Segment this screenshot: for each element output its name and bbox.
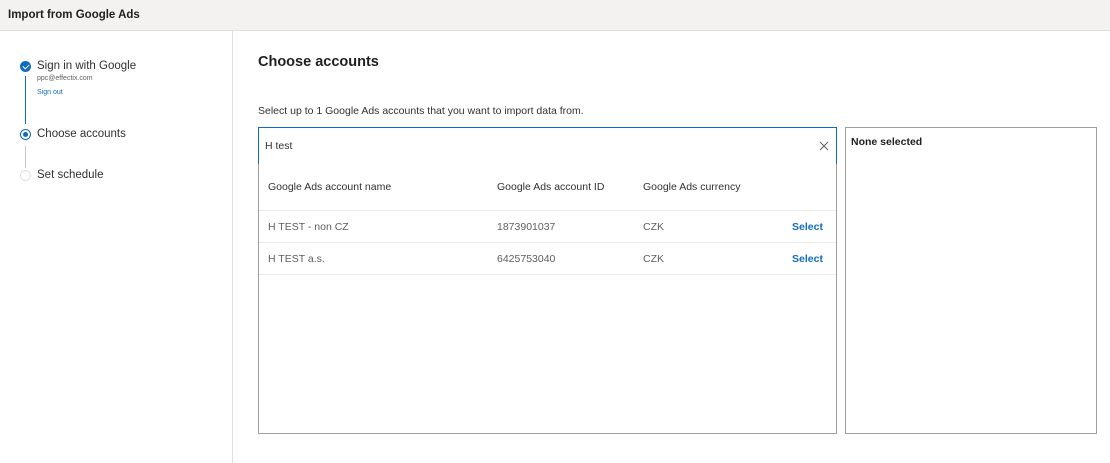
column-header-account-name: Google Ads account name bbox=[268, 181, 392, 193]
account-name-cell: H TEST - non CZ bbox=[268, 220, 349, 233]
step-label: Choose accounts bbox=[37, 128, 126, 140]
table-row: H TEST a.s. 6425753040 CZK Select bbox=[259, 243, 836, 275]
step-label: Set schedule bbox=[37, 169, 104, 181]
account-search-box[interactable] bbox=[258, 127, 837, 165]
selection-status: None selected bbox=[851, 136, 923, 148]
checkmark-circle-icon bbox=[20, 61, 31, 72]
step-connector-upcoming bbox=[25, 146, 26, 168]
step-label: Sign in with Google bbox=[37, 60, 137, 72]
account-name-cell: H TEST a.s. bbox=[268, 252, 325, 265]
account-id-cell: 6425753040 bbox=[497, 252, 556, 265]
step-choose-accounts[interactable]: Choose accounts bbox=[20, 127, 126, 142]
column-header-currency: Google Ads currency bbox=[643, 181, 741, 193]
accounts-table: Google Ads account name Google Ads accou… bbox=[258, 164, 837, 434]
select-account-button[interactable]: Select bbox=[792, 211, 823, 242]
account-id-cell: 1873901037 bbox=[497, 220, 556, 233]
window-title: Import from Google Ads bbox=[8, 9, 140, 21]
close-icon[interactable] bbox=[817, 139, 831, 153]
sign-out-link[interactable]: Sign out bbox=[37, 87, 136, 99]
current-step-radio-icon bbox=[20, 129, 31, 140]
signed-in-email: ppc@effectix.com bbox=[37, 75, 93, 82]
wizard-steps-sidebar: Sign in with Google ppc@effectix.com Sig… bbox=[0, 31, 233, 463]
search-input[interactable] bbox=[265, 137, 805, 155]
step-sign-in: Sign in with Google ppc@effectix.com Sig… bbox=[20, 59, 136, 99]
window-title-bar: Import from Google Ads bbox=[0, 0, 1110, 31]
page-title: Choose accounts bbox=[258, 54, 379, 70]
select-account-button[interactable]: Select bbox=[792, 243, 823, 274]
table-header: Google Ads account name Google Ads accou… bbox=[259, 164, 836, 211]
currency-cell: CZK bbox=[643, 252, 664, 265]
column-header-account-id: Google Ads account ID bbox=[497, 181, 605, 193]
step-set-schedule[interactable]: Set schedule bbox=[20, 168, 104, 183]
table-row: H TEST - non CZ 1873901037 CZK Select bbox=[259, 211, 836, 243]
selected-accounts-panel: None selected bbox=[845, 127, 1097, 434]
instruction-text: Select up to 1 Google Ads accounts that … bbox=[258, 105, 584, 117]
upcoming-step-circle-icon bbox=[20, 170, 31, 181]
currency-cell: CZK bbox=[643, 220, 664, 233]
